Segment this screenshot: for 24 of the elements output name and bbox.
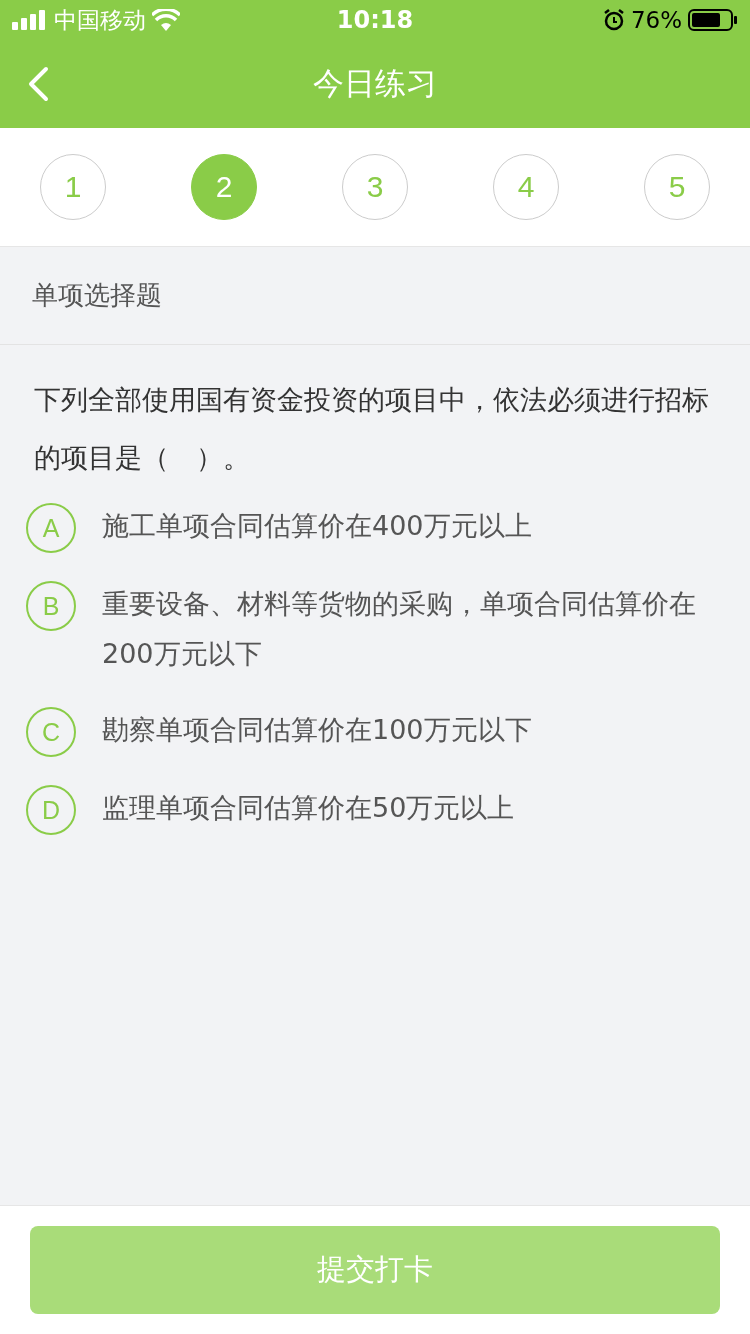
battery-percent: 76% (630, 7, 682, 33)
back-button[interactable] (26, 66, 50, 102)
option-letter[interactable]: A (26, 503, 76, 553)
step-tab[interactable]: 1 (40, 154, 106, 220)
option-text[interactable]: 重要设备、材料等货物的采购，单项合同估算价在200万元以下 (102, 579, 724, 679)
question-text: 下列全部使用国有资金投资的项目中，依法必须进行招标的项目是（ ）。 (33, 383, 710, 475)
battery-icon (688, 9, 738, 31)
wifi-icon (152, 9, 180, 31)
step-tab[interactable]: 4 (493, 154, 559, 220)
step-tab[interactable]: 5 (644, 154, 710, 220)
page-title: 今日练习 (313, 64, 437, 103)
option-letter[interactable]: B (26, 581, 76, 631)
alarm-icon (602, 9, 625, 31)
signal-icon (12, 10, 48, 30)
option-letter[interactable]: D (26, 785, 76, 835)
option-text[interactable]: 勘察单项合同估算价在100万元以下 (102, 705, 532, 755)
status-time: 10:18 (336, 6, 414, 34)
option-letter[interactable]: C (26, 707, 76, 757)
step-tab[interactable]: 3 (342, 154, 408, 220)
option-text[interactable]: 施工单项合同估算价在400万元以上 (102, 501, 532, 551)
option-text[interactable]: 监理单项合同估算价在50万元以上 (102, 783, 515, 833)
step-tab[interactable]: 2 (191, 154, 257, 220)
carrier-name: 中国移动 (54, 5, 146, 35)
section-title: 单项选择题 (32, 279, 162, 312)
